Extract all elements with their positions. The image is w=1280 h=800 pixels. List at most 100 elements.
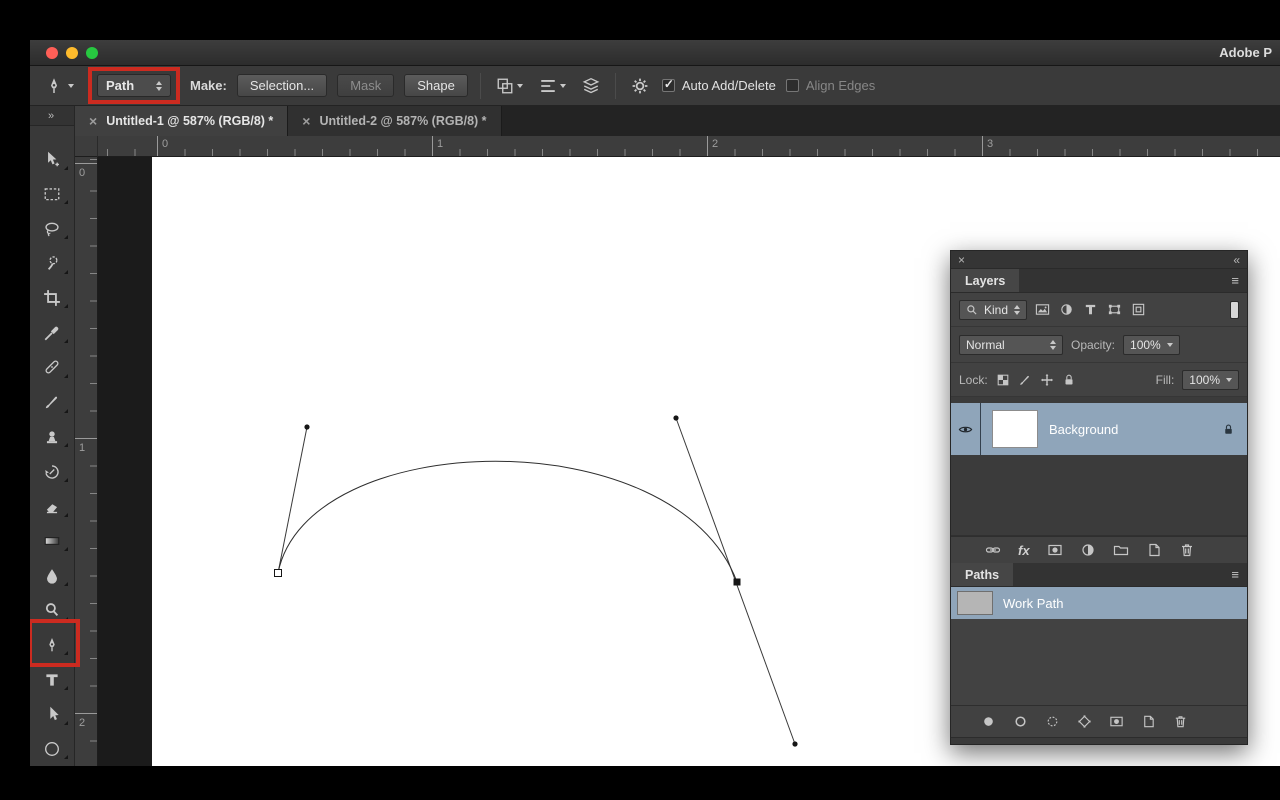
type-layer-filter-icon[interactable] — [1083, 302, 1098, 317]
clone-stamp-tool[interactable] — [30, 420, 74, 455]
layer-thumbnail[interactable] — [992, 410, 1038, 448]
align-edges-label: Align Edges — [806, 78, 875, 93]
close-window-button[interactable] — [46, 47, 58, 59]
crop-tool[interactable] — [30, 281, 74, 316]
path-selection-tool[interactable] — [30, 697, 74, 732]
rectangular-marquee-tool[interactable] — [30, 177, 74, 212]
path-mode-combo[interactable]: Path — [97, 74, 171, 97]
direction-handle-point[interactable] — [792, 741, 797, 746]
quick-selection-tool[interactable] — [30, 246, 74, 281]
document-tab-untitled-1[interactable]: × Untitled-1 @ 587% (RGB/8) * — [75, 106, 288, 136]
filter-kind-combo[interactable]: Kind — [959, 300, 1027, 320]
ruler-major-tick — [75, 713, 97, 714]
smart-object-filter-icon[interactable] — [1131, 302, 1146, 317]
direction-handle-point[interactable] — [304, 424, 309, 429]
layers-blend-row: Normal Opacity: 100% — [951, 327, 1247, 363]
filtering-toggle[interactable] — [1230, 301, 1239, 319]
fill-path-icon[interactable] — [981, 714, 996, 729]
stepper-icon — [156, 81, 162, 91]
type-tool[interactable] — [30, 662, 74, 697]
new-path-icon[interactable] — [1141, 714, 1156, 729]
minimize-window-button[interactable] — [66, 47, 78, 59]
stroke-path-icon[interactable] — [1013, 714, 1028, 729]
lasso-tool[interactable] — [30, 211, 74, 246]
add-layer-mask-icon[interactable] — [1047, 542, 1063, 558]
align-edges-checkbox[interactable] — [786, 79, 799, 92]
anchor-point[interactable] — [275, 570, 282, 577]
panel-resize-grip[interactable] — [951, 737, 1247, 744]
ellipse-tool[interactable] — [30, 732, 74, 766]
lock-pixels-brush-icon[interactable] — [1018, 373, 1032, 387]
collapse-panel-icon[interactable]: « — [1233, 253, 1240, 267]
ruler-corner — [75, 136, 98, 157]
lock-position-icon[interactable] — [1040, 373, 1054, 387]
layers-filter-row: Kind — [951, 293, 1247, 327]
layers-bottom-bar: fx — [951, 536, 1247, 563]
path-name: Work Path — [1003, 596, 1063, 611]
make-shape-button[interactable]: Shape — [404, 74, 468, 97]
make-mask-button[interactable]: Mask — [337, 74, 394, 97]
delete-path-trash-icon[interactable] — [1173, 714, 1188, 729]
pixel-layer-filter-icon[interactable] — [1035, 302, 1050, 317]
brush-tool[interactable] — [30, 385, 74, 420]
lock-transparency-icon[interactable] — [996, 373, 1010, 387]
path-operations-button[interactable] — [493, 75, 526, 97]
path-row-work-path[interactable]: Work Path — [951, 587, 1247, 619]
bezier-curve[interactable] — [278, 461, 737, 582]
adjustment-layer-filter-icon[interactable] — [1059, 302, 1074, 317]
bandage-icon — [43, 358, 61, 376]
path-arrangement-button[interactable] — [579, 75, 603, 97]
lock-label: Lock: — [959, 373, 988, 387]
vertical-ruler: 0 1 2 — [75, 157, 98, 766]
close-icon[interactable]: × — [958, 253, 965, 267]
panel-menu-icon[interactable]: ≡ — [1223, 269, 1247, 292]
move-tool[interactable] — [30, 142, 74, 177]
load-path-as-selection-icon[interactable] — [1045, 714, 1060, 729]
fill-combo[interactable]: 100% — [1182, 370, 1239, 390]
eyedropper-tool[interactable] — [30, 315, 74, 350]
delete-layer-trash-icon[interactable] — [1179, 542, 1195, 558]
add-mask-icon[interactable] — [1109, 714, 1124, 729]
tool-strip-collapse[interactable]: » — [30, 106, 74, 126]
anchor-point-selected[interactable] — [734, 579, 741, 586]
blend-mode-combo[interactable]: Normal — [959, 335, 1063, 355]
link-layers-icon[interactable] — [985, 542, 1001, 558]
auto-add-delete-checkbox[interactable] — [662, 79, 675, 92]
layer-style-button[interactable]: fx — [1018, 543, 1030, 558]
separator — [615, 73, 616, 99]
document-tab-untitled-2[interactable]: × Untitled-2 @ 587% (RGB/8) * — [288, 106, 501, 136]
direction-handle-point[interactable] — [673, 415, 678, 420]
close-icon[interactable]: × — [302, 114, 310, 128]
close-icon[interactable]: × — [89, 114, 97, 128]
zoom-window-button[interactable] — [86, 47, 98, 59]
ruler-major-tick — [157, 136, 158, 156]
make-work-path-icon[interactable] — [1077, 714, 1092, 729]
gradient-tool[interactable] — [30, 524, 74, 559]
photoshop-window: Adobe P Path Make: Selection... Mask Sha… — [30, 40, 1280, 766]
path-thumbnail[interactable] — [957, 591, 993, 615]
tab-layers[interactable]: Layers — [951, 269, 1019, 292]
move-icon — [43, 150, 61, 168]
new-group-folder-icon[interactable] — [1113, 542, 1129, 558]
make-selection-button[interactable]: Selection... — [237, 74, 327, 97]
pen-nib-icon — [44, 76, 64, 96]
eraser-tool[interactable] — [30, 489, 74, 524]
panel-menu-icon[interactable]: ≡ — [1223, 563, 1247, 586]
tool-preset-picker[interactable] — [40, 74, 78, 98]
history-brush-tool[interactable] — [30, 454, 74, 489]
lock-all-icon[interactable] — [1062, 373, 1076, 387]
pen-settings-button[interactable] — [628, 75, 652, 97]
layer-row-background[interactable]: Background — [951, 403, 1247, 455]
adjustment-layer-icon[interactable] — [1080, 542, 1096, 558]
tab-paths[interactable]: Paths — [951, 563, 1013, 586]
layer-visibility-toggle[interactable] — [951, 403, 981, 455]
new-layer-icon[interactable] — [1146, 542, 1162, 558]
document-tab-label: Untitled-2 @ 587% (RGB/8) * — [319, 114, 486, 128]
shape-layer-filter-icon[interactable] — [1107, 302, 1122, 317]
history-brush-icon — [43, 463, 61, 481]
path-alignment-button[interactable] — [536, 75, 569, 97]
ruler-number: 0 — [79, 167, 85, 179]
blur-tool[interactable] — [30, 558, 74, 593]
opacity-combo[interactable]: 100% — [1123, 335, 1180, 355]
spot-healing-brush-tool[interactable] — [30, 350, 74, 385]
